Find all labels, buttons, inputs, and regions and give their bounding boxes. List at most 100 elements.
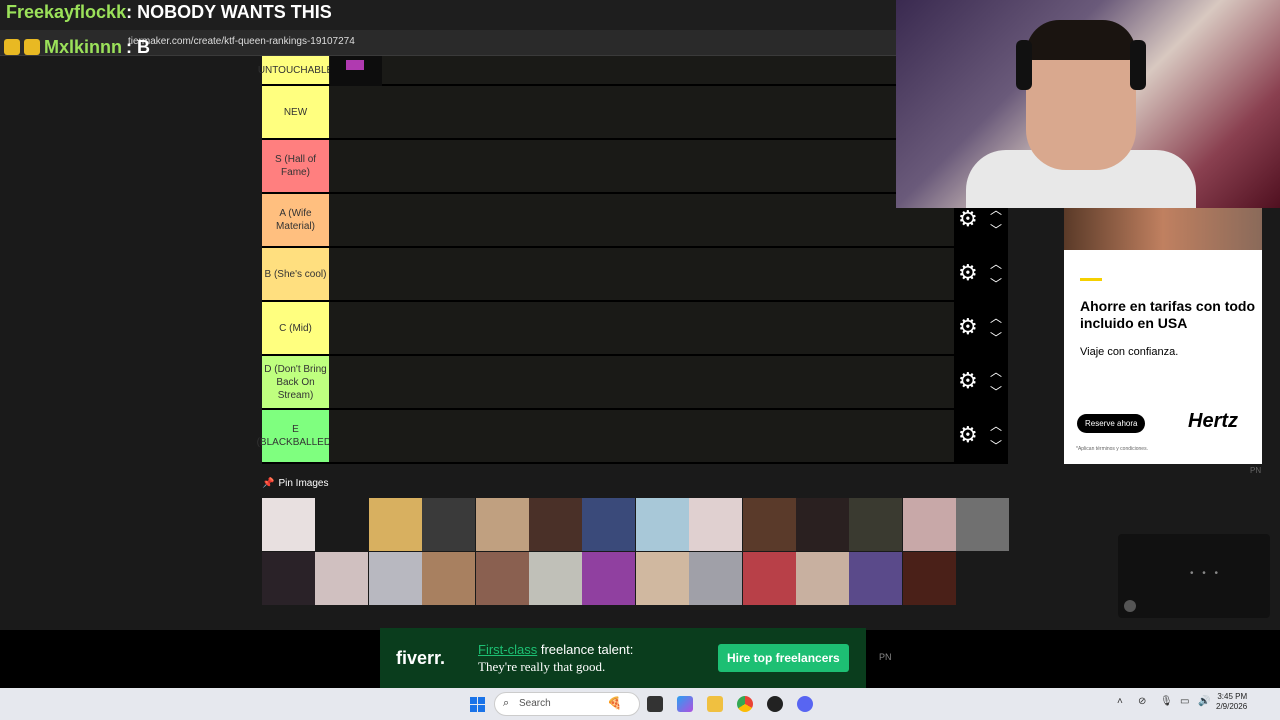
- tier-image-thumbnail[interactable]: [528, 552, 582, 605]
- volume-icon[interactable]: 🔊: [1198, 696, 1210, 707]
- tier-image-thumbnail[interactable]: [262, 498, 315, 551]
- search-label: Search: [519, 698, 551, 709]
- gear-icon[interactable]: ⚙: [958, 424, 978, 446]
- discord-icon[interactable]: [797, 696, 813, 712]
- tier-image-thumbnail[interactable]: [315, 552, 369, 605]
- chevron-up-icon[interactable]: ︿: [990, 420, 1002, 432]
- obs-icon[interactable]: [767, 696, 783, 712]
- tier-image-thumbnail[interactable]: [475, 498, 529, 551]
- tier-image-thumbnail[interactable]: [742, 552, 796, 605]
- ad-line-2: They're really that good.: [478, 659, 606, 674]
- gear-icon[interactable]: ⚙: [958, 316, 978, 338]
- tier-image-thumbnail[interactable]: [635, 552, 689, 605]
- gear-icon[interactable]: ⚙: [958, 370, 978, 392]
- chat-text: : NOBODY WANTS THIS: [126, 2, 332, 22]
- tier-image-thumbnail[interactable]: [689, 552, 743, 605]
- reserve-button[interactable]: Reserve ahora: [1077, 414, 1146, 433]
- tier-label[interactable]: C (Mid): [262, 302, 329, 354]
- tier-image-thumbnail[interactable]: [742, 498, 796, 551]
- tier-drop-zone[interactable]: [329, 302, 954, 354]
- chrome-icon[interactable]: [737, 696, 753, 712]
- chevron-down-icon[interactable]: ﹀: [990, 386, 1002, 398]
- chat-message-2: Mxlkinnn: B: [4, 36, 150, 58]
- tier-image-thumbnail[interactable]: [262, 552, 315, 605]
- tier-image-thumbnail[interactable]: [368, 498, 422, 551]
- tier-drop-zone[interactable]: [329, 248, 954, 300]
- tier-controls: ⚙ ︿ ﹀: [954, 356, 1008, 408]
- tier-image-thumbnail[interactable]: [368, 552, 422, 605]
- copilot-icon[interactable]: [677, 696, 693, 712]
- hire-freelancers-button[interactable]: Hire top freelancers: [718, 644, 849, 672]
- file-explorer-icon[interactable]: [707, 696, 723, 712]
- tier-row: E (BLACKBALLED) ⚙ ︿ ﹀: [257, 410, 1008, 464]
- chevron-up-icon[interactable]: ︿: [990, 258, 1002, 270]
- chat-username: Mxlkinnn: [44, 37, 123, 57]
- ad-image: [1064, 208, 1262, 250]
- tier-label[interactable]: E (BLACKBALLED): [257, 410, 334, 462]
- ad-subtitle: Viaje con confianza.: [1080, 346, 1179, 358]
- windows-taskbar: ⌕ Search 🍕 ˄ ⊘ 🎙 ▭ 🔊 3:45 PM 2/9/2026: [0, 688, 1280, 720]
- tier-label[interactable]: UNTOUCHABLE: [258, 56, 333, 84]
- hertz-logo: Hertz: [1188, 410, 1239, 432]
- task-view-icon[interactable]: [647, 696, 663, 712]
- hertz-ad[interactable]: Ahorre en tarifas con todo incluido en U…: [1064, 208, 1262, 464]
- tier-image-thumbnail[interactable]: [422, 552, 476, 605]
- pin-images-title: Pin Images: [278, 478, 329, 489]
- pin-icon: 📌: [262, 478, 275, 489]
- tier-row: B (She's cool) ⚙ ︿ ﹀: [262, 248, 1008, 302]
- tier-image-thumbnail[interactable]: [422, 498, 476, 551]
- chevron-down-icon[interactable]: ﹀: [990, 278, 1002, 290]
- tier-image-thumbnail[interactable]: [956, 498, 1010, 551]
- ad-line-1: First-class freelance talent:: [478, 642, 634, 657]
- gear-icon[interactable]: ⚙: [958, 208, 978, 230]
- url-text[interactable]: tiermaker.com/create/ktf-queen-rankings-…: [128, 36, 355, 47]
- video-player[interactable]: • • •: [1118, 534, 1270, 618]
- tier-label[interactable]: S (Hall of Fame): [262, 140, 329, 192]
- security-icon[interactable]: ⊘: [1138, 696, 1146, 707]
- chevron-up-icon[interactable]: ˄: [1117, 696, 1123, 707]
- tier-controls: ⚙ ︿ ﹀: [954, 410, 1008, 462]
- ad-fine-print: *Aplican términos y condiciones.: [1076, 446, 1148, 452]
- monitor-icon[interactable]: ▭: [1180, 696, 1189, 707]
- tier-image-thumbnail[interactable]: [582, 552, 636, 605]
- ad-pn-label: PN: [1250, 466, 1262, 475]
- taskbar-search[interactable]: ⌕ Search 🍕: [494, 692, 640, 716]
- fiverr-ad[interactable]: fiverr. First-class freelance talent: Th…: [380, 628, 866, 688]
- tier-label[interactable]: B (She's cool): [262, 248, 329, 300]
- tier-image-thumbnail[interactable]: [849, 552, 903, 605]
- tier-image-thumbnail[interactable]: [475, 552, 529, 605]
- chevron-down-icon[interactable]: ﹀: [990, 440, 1002, 452]
- tier-drop-zone[interactable]: [329, 356, 954, 408]
- tier-image-thumbnail[interactable]: [315, 498, 369, 551]
- tier-image-thumbnail[interactable]: [689, 498, 743, 551]
- chevron-down-icon[interactable]: ﹀: [990, 224, 1002, 236]
- mic-icon[interactable]: 🎙: [1160, 696, 1173, 707]
- pin-images-header[interactable]: 📌 Pin Images: [262, 478, 328, 489]
- clock[interactable]: 3:45 PM 2/9/2026: [1216, 692, 1247, 712]
- tier-drop-zone[interactable]: [329, 410, 954, 462]
- chat-message-1: Freekayflockk: NOBODY WANTS THIS: [6, 0, 332, 24]
- ad-headline: Ahorre en tarifas con todo incluido en U…: [1080, 298, 1256, 331]
- tier-image-thumbnail[interactable]: [902, 552, 956, 605]
- tier-image-thumbnail[interactable]: [582, 498, 636, 551]
- tier-image-thumbnail[interactable]: [849, 498, 903, 551]
- tier-image-thumbnail[interactable]: [528, 498, 582, 551]
- tier-image-thumbnail[interactable]: [795, 498, 849, 551]
- player-icon: [1124, 600, 1136, 612]
- tier-label[interactable]: NEW: [262, 86, 329, 138]
- chevron-down-icon[interactable]: ﹀: [990, 332, 1002, 344]
- tier-label[interactable]: A (Wife Material): [262, 194, 329, 246]
- tier-image-thumbnail[interactable]: [902, 498, 956, 551]
- tier-row: D (Don't Bring Back On Stream) ⚙ ︿ ﹀: [262, 356, 1008, 410]
- badge-icon: [4, 39, 20, 55]
- tier-image-thumbnail[interactable]: [795, 552, 849, 605]
- chevron-up-icon[interactable]: ︿: [990, 312, 1002, 324]
- windows-start-icon[interactable]: [470, 697, 485, 712]
- chat-username: Freekayflockk: [6, 2, 127, 22]
- tier-label[interactable]: D (Don't Bring Back On Stream): [262, 356, 329, 408]
- chevron-up-icon[interactable]: ︿: [990, 366, 1002, 378]
- tier-image[interactable]: [330, 56, 382, 86]
- tier-image-thumbnail[interactable]: [635, 498, 689, 551]
- gear-icon[interactable]: ⚙: [958, 262, 978, 284]
- tier-drop-zone[interactable]: [329, 194, 954, 246]
